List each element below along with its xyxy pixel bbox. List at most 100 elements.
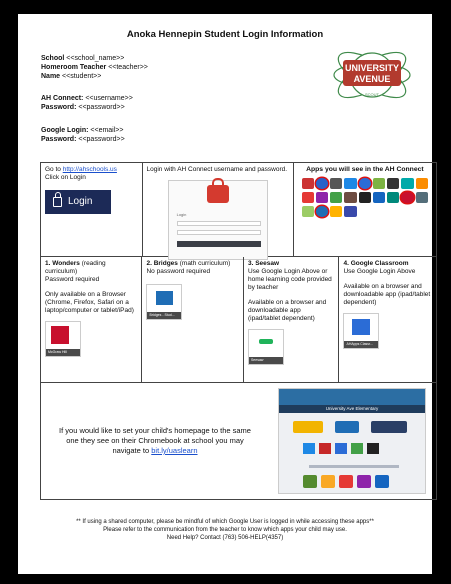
ah-connect-cell: Login with AH Connect username and passw…	[143, 163, 294, 260]
username-field[interactable]	[176, 221, 261, 226]
password-label: Password:	[41, 104, 77, 111]
logo-line2: AVENUE	[354, 74, 391, 84]
seesaw-icon	[258, 339, 273, 344]
homepage-screenshot: University Ave Elementary	[278, 388, 426, 494]
name-value: <<student>>	[62, 73, 102, 80]
password2-value: <<password>>	[78, 136, 125, 143]
app-icon[interactable]	[315, 178, 329, 189]
app-icon[interactable]	[330, 178, 343, 189]
homepage-header	[279, 389, 425, 405]
document-page: Anoka Hennepin Student Login Information…	[18, 14, 437, 574]
app-icon[interactable]	[415, 192, 428, 203]
app-icon[interactable]	[401, 192, 414, 203]
goto-cell: Go to http://ahschools.us Click on Login…	[41, 163, 143, 256]
app-tile[interactable]	[351, 443, 363, 454]
table-row: If you would like to set your child's ho…	[41, 383, 436, 499]
ah-connect-label: AH Connect:	[41, 95, 84, 102]
password-field[interactable]	[176, 230, 261, 235]
google-login-value: <<email>>	[90, 127, 124, 134]
app-body: Only available on a Browser (Chrome, Fir…	[45, 291, 134, 314]
ahschools-link[interactable]: http://ahschools.us	[63, 166, 117, 173]
wonders-tile[interactable]	[293, 421, 323, 433]
app-title: 4. Google Classroom	[343, 260, 409, 267]
app-tile[interactable]	[375, 475, 389, 488]
app-icon[interactable]	[358, 178, 371, 189]
app-icon[interactable]	[330, 192, 343, 203]
teacher-label: Homeroom Teacher	[41, 64, 107, 71]
mcgraw-hill-icon	[51, 326, 69, 344]
app-body: Available on a browser and downloadable …	[343, 283, 431, 306]
app-icon[interactable]	[344, 178, 357, 189]
app-tile[interactable]	[319, 443, 331, 454]
app-title: 2. Bridges	[146, 260, 178, 267]
app-tile[interactable]	[321, 475, 335, 488]
app-icon[interactable]	[301, 192, 314, 203]
login-button-label: Login	[68, 196, 93, 207]
app-icon[interactable]	[315, 192, 329, 203]
table-row: Go to http://ahschools.us Click on Login…	[41, 163, 436, 260]
bridges-tile[interactable]	[335, 421, 359, 433]
footer-notes: ** If using a shared computer, please be…	[18, 518, 432, 542]
ah-connect-instructions: Login with AH Connect username and passw…	[146, 166, 288, 173]
app-icon[interactable]	[344, 192, 357, 203]
table-row: 1. Wonders (reading curriculum) Password…	[41, 257, 436, 383]
app-body: Available on a browser and downloadable …	[247, 299, 327, 322]
app-icon[interactable]	[415, 178, 428, 189]
app-icon[interactable]	[401, 178, 414, 189]
footer-line3: Need Help? Contact (763) 506-HELP(4357)	[166, 535, 284, 541]
thumb-caption: Seesaw	[248, 357, 283, 364]
ah-login-screenshot: Login	[167, 178, 268, 260]
login-tile[interactable]	[371, 421, 407, 433]
footer-line1: ** If using a shared computer, please be…	[76, 519, 374, 525]
login-button[interactable]: Login	[45, 190, 111, 214]
thumb-caption: Bridges - Stud...	[147, 312, 182, 319]
password2-label: Password:	[41, 136, 77, 143]
app-title: 1. Wonders	[45, 260, 80, 267]
app-tile[interactable]	[339, 475, 353, 488]
padlock-icon	[206, 178, 229, 203]
apps-title: Apps you will see in the AH Connect	[306, 166, 424, 173]
ah-connect-value: <<username>>	[85, 95, 133, 102]
app-icon[interactable]	[387, 192, 400, 203]
app-tile[interactable]	[335, 443, 347, 454]
go-button[interactable]	[176, 241, 261, 247]
homepage-title: University Ave Elementary	[279, 405, 425, 413]
app-icon[interactable]	[301, 178, 314, 189]
app-icon[interactable]	[301, 206, 314, 217]
school-value: <<school_name>>	[66, 55, 125, 62]
bridges-icon	[156, 291, 174, 305]
app-cell-seesaw: 3. Seesaw Use Google Login Above or home…	[244, 257, 340, 382]
app-icon[interactable]	[344, 206, 357, 217]
app-title: 3. Seesaw	[247, 260, 280, 267]
thumb-caption: AHApps Classr...	[344, 341, 379, 348]
app-icon[interactable]	[315, 206, 329, 217]
google-classroom-app-thumbnail[interactable]: AHApps Classr...	[343, 313, 380, 349]
teacher-value: <<teacher>>	[108, 64, 148, 71]
homepage-instructions: If you would like to set your child's ho…	[55, 426, 255, 456]
apps-grid	[298, 174, 432, 217]
app-icon[interactable]	[372, 192, 386, 203]
uaslearn-link[interactable]: bit.ly/uaslearn	[151, 446, 197, 455]
app-tile[interactable]	[367, 443, 379, 454]
app-icon[interactable]	[358, 192, 371, 203]
google-login-block: Google Login: <<email>> Password: <<pass…	[41, 126, 125, 144]
app-cell-google-classroom: 4. Google Classroom Use Google Login Abo…	[339, 257, 436, 382]
lock-icon	[53, 192, 62, 207]
app-icon[interactable]	[372, 178, 386, 189]
app-icon[interactable]	[387, 178, 400, 189]
school-label: School	[41, 55, 65, 62]
app-icon[interactable]	[330, 206, 343, 217]
app-tile[interactable]	[357, 475, 371, 488]
footer-line2: Please refer to the communication from t…	[103, 527, 347, 533]
student-info-block: School <<school_name>> Homeroom Teacher …	[41, 54, 148, 81]
app-note: Use Google Login Above or home learning …	[247, 268, 332, 291]
app-tile[interactable]	[303, 443, 315, 454]
instructions-table: Go to http://ahschools.us Click on Login…	[40, 162, 437, 500]
bridges-app-thumbnail[interactable]: Bridges - Stud...	[146, 284, 183, 320]
ahapps-icon	[352, 319, 371, 335]
ah-login-title: Login	[176, 212, 187, 217]
wonders-app-thumbnail[interactable]: McGraw Hill	[45, 321, 81, 357]
google-login-label: Google Login:	[41, 127, 89, 134]
app-tile[interactable]	[303, 475, 317, 488]
seesaw-app-thumbnail[interactable]: Seesaw	[247, 329, 284, 365]
